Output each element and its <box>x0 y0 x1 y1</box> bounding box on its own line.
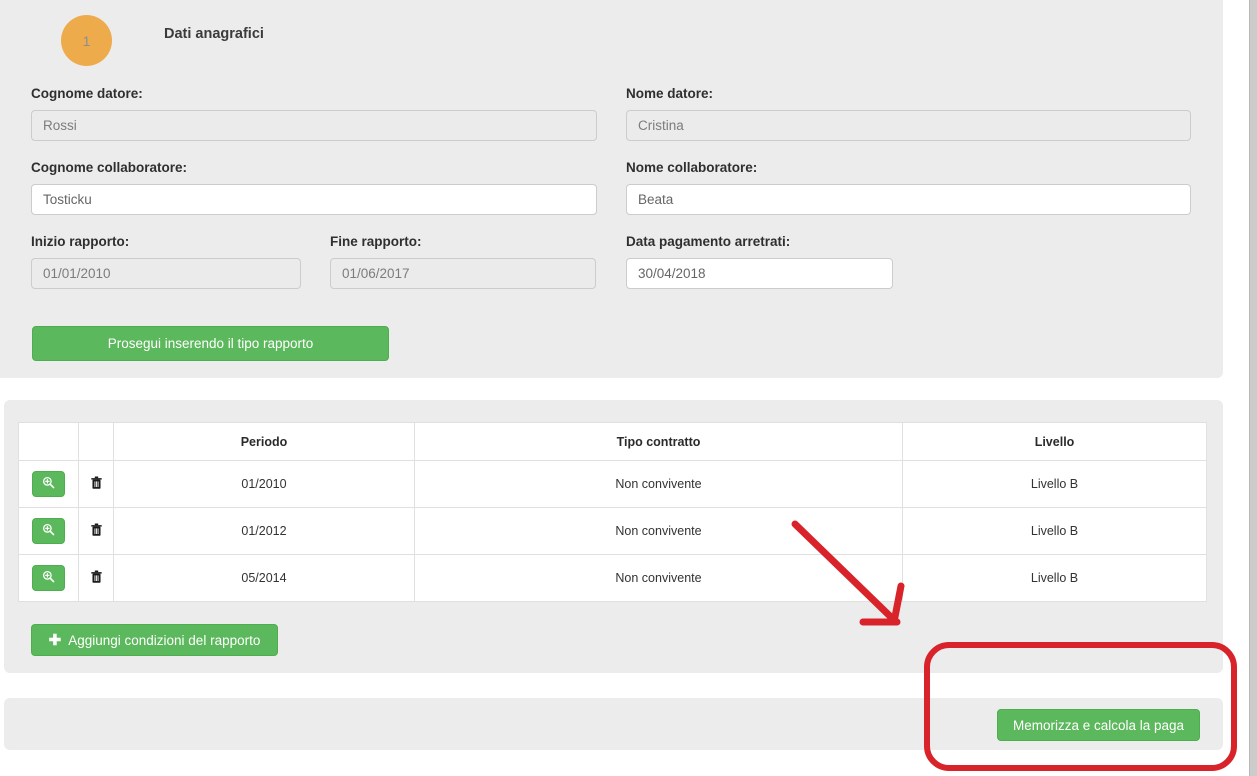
column-header-delete <box>79 423 114 461</box>
label-nome-datore: Nome datore: <box>626 86 713 101</box>
label-inizio-rapporto: Inizio rapporto: <box>31 234 129 249</box>
row-delete-button[interactable] <box>86 568 106 588</box>
aggiungi-condizioni-button[interactable]: ✚ Aggiungi condizioni del rapporto <box>31 624 278 656</box>
input-inizio-rapporto[interactable] <box>31 258 301 289</box>
condizioni-table: Periodo Tipo contratto Livello 01/2010No… <box>18 422 1207 602</box>
zoom-in-icon <box>42 476 55 492</box>
table-row: 01/2010Non conviventeLivello B <box>19 461 1207 508</box>
trash-icon <box>90 476 103 493</box>
label-fine-rapporto: Fine rapporto: <box>330 234 422 249</box>
trash-icon <box>90 570 103 587</box>
cell-delete <box>79 461 114 508</box>
step-number: 1 <box>83 33 91 49</box>
cell-periodo: 01/2012 <box>114 508 415 555</box>
cell-tipo-contratto: Non convivente <box>415 508 903 555</box>
page-root: 1 Dati anagrafici Cognome datore: Nome d… <box>0 0 1257 776</box>
row-view-button[interactable] <box>32 471 65 497</box>
input-nome-collaboratore[interactable] <box>626 184 1191 215</box>
table-row: 01/2012Non conviventeLivello B <box>19 508 1207 555</box>
cell-periodo: 05/2014 <box>114 555 415 602</box>
cell-periodo: 01/2010 <box>114 461 415 508</box>
input-nome-datore[interactable] <box>626 110 1191 141</box>
row-view-button[interactable] <box>32 565 65 591</box>
prosegui-button[interactable]: Prosegui inserendo il tipo rapporto <box>32 326 389 361</box>
page-title: Dati anagrafici <box>164 26 264 42</box>
input-cognome-collaboratore[interactable] <box>31 184 597 215</box>
table-head: Periodo Tipo contratto Livello <box>19 423 1207 461</box>
cell-tipo-contratto: Non convivente <box>415 555 903 602</box>
cell-tipo-contratto: Non convivente <box>415 461 903 508</box>
cell-view <box>19 508 79 555</box>
input-data-pagamento-arretrati[interactable] <box>626 258 893 289</box>
aggiungi-condizioni-label: Aggiungi condizioni del rapporto <box>68 633 260 648</box>
row-view-button[interactable] <box>32 518 65 544</box>
table-header-row: Periodo Tipo contratto Livello <box>19 423 1207 461</box>
memorizza-e-calcola-button[interactable]: Memorizza e calcola la paga <box>997 709 1200 741</box>
memorizza-button-label: Memorizza e calcola la paga <box>1013 718 1184 733</box>
table-row: 05/2014Non conviventeLivello B <box>19 555 1207 602</box>
cell-view <box>19 461 79 508</box>
step-number-badge: 1 <box>61 15 112 66</box>
cell-livello: Livello B <box>903 461 1207 508</box>
column-header-livello: Livello <box>903 423 1207 461</box>
row-delete-button[interactable] <box>86 521 106 541</box>
cell-livello: Livello B <box>903 508 1207 555</box>
table-body: 01/2010Non conviventeLivello B 01/2012No… <box>19 461 1207 602</box>
label-nome-collaboratore: Nome collaboratore: <box>626 160 757 175</box>
cell-delete <box>79 508 114 555</box>
cell-view <box>19 555 79 602</box>
input-fine-rapporto[interactable] <box>330 258 596 289</box>
label-cognome-datore: Cognome datore: <box>31 86 143 101</box>
prosegui-button-label: Prosegui inserendo il tipo rapporto <box>108 336 314 351</box>
label-cognome-collaboratore: Cognome collaboratore: <box>31 160 187 175</box>
page-scrollbar-track[interactable] <box>1250 0 1257 776</box>
zoom-in-icon <box>42 570 55 586</box>
column-header-periodo: Periodo <box>114 423 415 461</box>
cell-delete <box>79 555 114 602</box>
cell-livello: Livello B <box>903 555 1207 602</box>
row-delete-button[interactable] <box>86 474 106 494</box>
trash-icon <box>90 523 103 540</box>
column-header-view <box>19 423 79 461</box>
plus-icon: ✚ <box>49 633 62 648</box>
label-data-pagamento-arretrati: Data pagamento arretrati: <box>626 234 790 249</box>
column-header-tipo: Tipo contratto <box>415 423 903 461</box>
input-cognome-datore[interactable] <box>31 110 597 141</box>
zoom-in-icon <box>42 523 55 539</box>
